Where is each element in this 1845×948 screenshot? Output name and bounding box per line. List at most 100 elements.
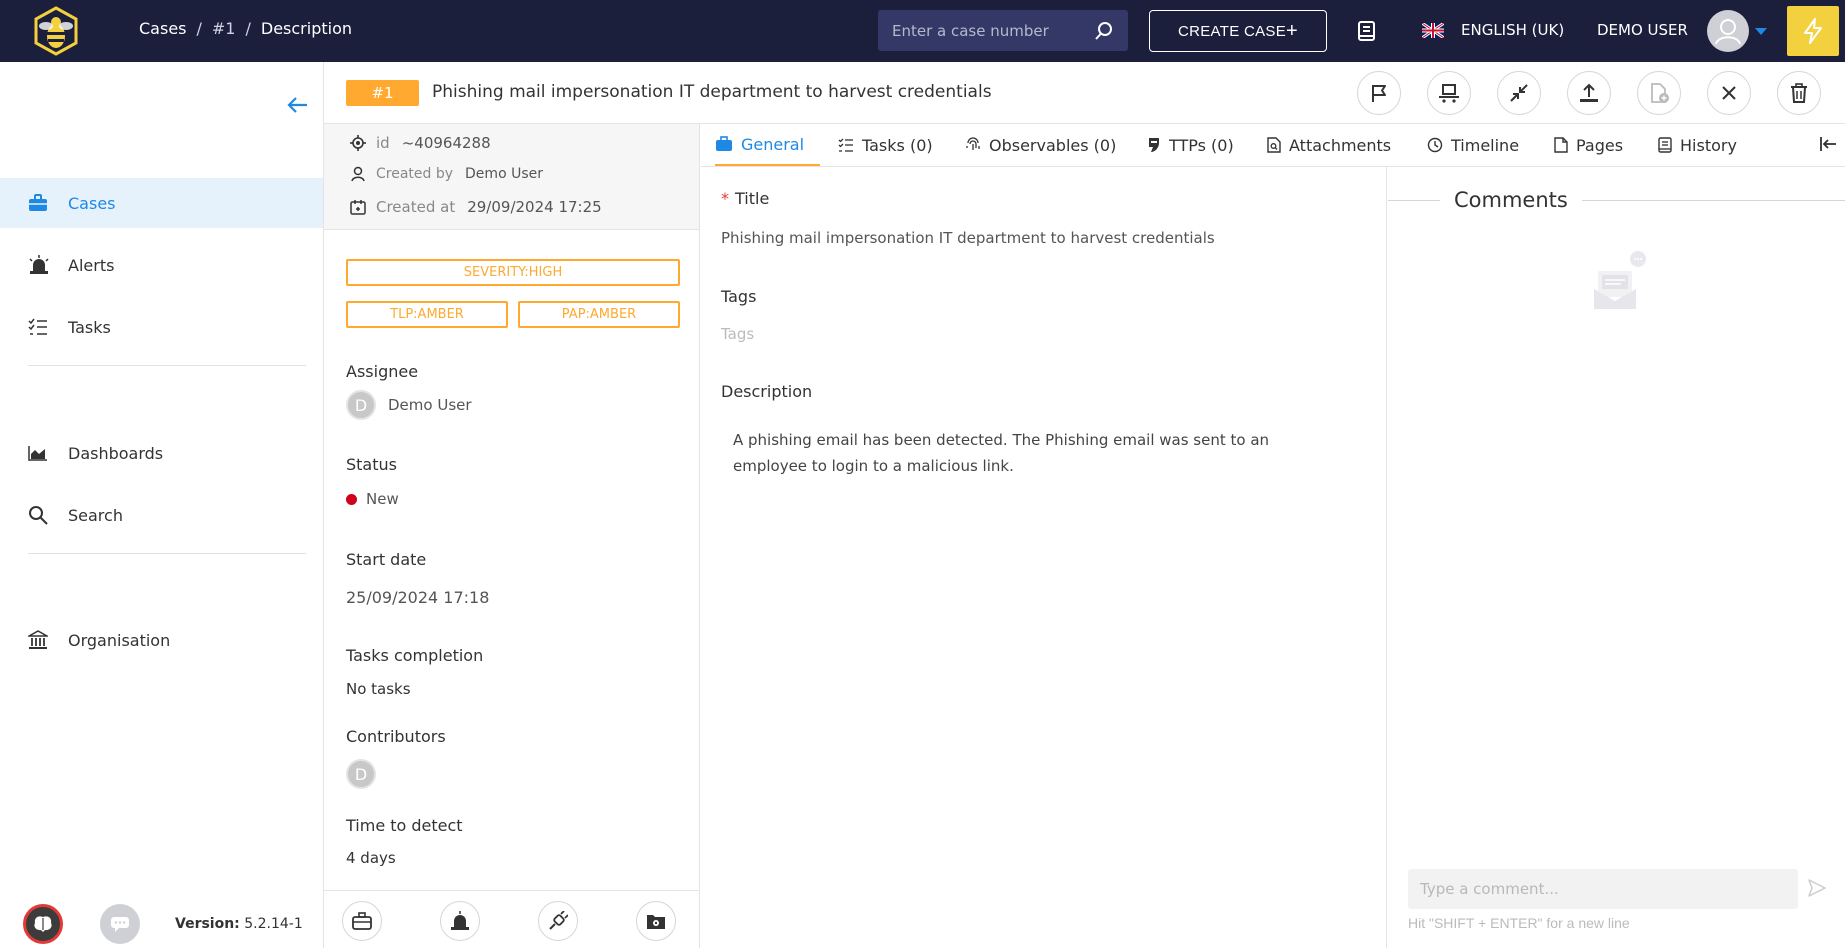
severity-tag[interactable]: SEVERITY:HIGH bbox=[346, 259, 680, 286]
send-icon[interactable] bbox=[1808, 879, 1826, 897]
case-id: ~40964288 bbox=[401, 134, 491, 152]
tab-observables[interactable]: Observables (0) bbox=[965, 124, 1116, 166]
ninja-icon bbox=[1149, 138, 1159, 152]
contributors-label: Contributors bbox=[346, 727, 446, 746]
flag-icon bbox=[1372, 85, 1386, 102]
user-icon bbox=[1715, 19, 1741, 45]
case-tabs: General Tasks (0) Observables (0) TTPs (… bbox=[701, 124, 1845, 167]
collapse-arrows-icon bbox=[1510, 84, 1528, 102]
search-icon[interactable] bbox=[1094, 21, 1114, 41]
version-info: Version: 5.2.14-1 bbox=[175, 916, 303, 932]
created-by: Demo User bbox=[465, 166, 543, 182]
tlp-tag[interactable]: TLP:AMBER bbox=[346, 301, 508, 328]
sidebar-item-cases[interactable]: Cases bbox=[0, 178, 323, 228]
chat-button[interactable] bbox=[100, 904, 140, 944]
sidebar-item-dashboards[interactable]: Dashboards bbox=[0, 428, 323, 478]
user-avatar[interactable] bbox=[1707, 10, 1749, 52]
status-dot bbox=[346, 493, 357, 505]
meta-id: id ~40964288 bbox=[350, 134, 491, 152]
tab-history[interactable]: History bbox=[1658, 124, 1737, 166]
create-case-label: CREATE CASE bbox=[1177, 22, 1287, 40]
status-field[interactable]: New bbox=[346, 490, 399, 508]
close-case-button[interactable] bbox=[1707, 71, 1751, 115]
pap-tag[interactable]: PAP:AMBER bbox=[518, 301, 680, 328]
tags-label: Tags bbox=[721, 287, 757, 306]
breadcrumb-cases[interactable]: Cases bbox=[139, 19, 187, 38]
calendar-icon bbox=[350, 200, 366, 215]
status-label: Status bbox=[346, 455, 397, 474]
folder-gear-icon bbox=[647, 915, 665, 929]
collapse-panel-icon[interactable] bbox=[1819, 136, 1837, 152]
description-value[interactable]: A phishing email has been detected. The … bbox=[733, 427, 1323, 479]
tab-label: Observables (0) bbox=[989, 135, 1117, 155]
empty-comments-icon bbox=[1594, 251, 1646, 309]
sidebar-footer: Version: 5.2.14-1 bbox=[0, 882, 323, 948]
chevron-down-icon[interactable] bbox=[1754, 27, 1768, 36]
fingerprint-icon bbox=[966, 137, 980, 150]
thehive-bee-logo[interactable] bbox=[32, 6, 80, 56]
procedures-button[interactable] bbox=[538, 901, 578, 941]
plug-icon bbox=[549, 911, 568, 930]
delete-case-button[interactable] bbox=[1777, 71, 1821, 115]
quick-actions-button[interactable] bbox=[1787, 6, 1839, 56]
start-date-label: Start date bbox=[346, 550, 427, 569]
breadcrumb-case-number[interactable]: #1 bbox=[212, 19, 236, 38]
uk-flag-icon[interactable] bbox=[1422, 23, 1444, 38]
comments-header: Comments bbox=[1388, 185, 1845, 215]
book-icon[interactable] bbox=[1356, 20, 1378, 42]
chart-icon bbox=[28, 446, 47, 461]
brain-icon bbox=[34, 916, 52, 932]
tab-attachments[interactable]: Attachments bbox=[1267, 124, 1391, 166]
cart-icon bbox=[1439, 84, 1459, 103]
tab-tasks[interactable]: Tasks (0) bbox=[838, 124, 933, 166]
assignee-field[interactable]: D Demo User bbox=[346, 390, 472, 420]
user-menu-name[interactable]: DEMO USER bbox=[1597, 21, 1688, 39]
tasks-icon bbox=[838, 138, 853, 152]
tab-ttps[interactable]: TTPs (0) bbox=[1147, 124, 1234, 166]
contributor-avatar: D bbox=[346, 759, 376, 789]
related-alerts-button[interactable] bbox=[440, 901, 480, 941]
sidebar-item-tasks[interactable]: Tasks bbox=[0, 302, 323, 352]
sidebar-item-label: Tasks bbox=[68, 317, 111, 337]
tab-pages[interactable]: Pages bbox=[1554, 124, 1623, 166]
tags-input[interactable]: Tags bbox=[721, 325, 754, 343]
book-icon bbox=[1658, 137, 1672, 153]
assignee-label: Assignee bbox=[346, 362, 419, 381]
sidebar-divider bbox=[28, 553, 306, 554]
share-button[interactable] bbox=[1567, 71, 1611, 115]
tab-timeline[interactable]: Timeline bbox=[1427, 124, 1519, 166]
title-label-text: Title bbox=[735, 189, 770, 208]
sidebar-item-alerts[interactable]: Alerts bbox=[0, 240, 323, 290]
version-number: 5.2.14-1 bbox=[244, 916, 303, 932]
start-date-value[interactable]: 25/09/2024 17:18 bbox=[346, 588, 489, 607]
cortex-button[interactable] bbox=[23, 904, 63, 944]
file-add-icon bbox=[1651, 83, 1669, 103]
chat-icon bbox=[111, 917, 129, 932]
general-tab-content: * Title Phishing mail impersonation IT de… bbox=[701, 167, 1387, 948]
tab-general[interactable]: General bbox=[715, 124, 821, 166]
case-meta: id ~40964288 Created by Demo User Create… bbox=[324, 124, 699, 230]
id-label: id bbox=[376, 134, 390, 152]
tab-label: Attachments bbox=[1289, 135, 1392, 155]
title-label: * Title bbox=[721, 189, 769, 208]
description-label: Description bbox=[721, 382, 813, 401]
run-responder-button[interactable] bbox=[1427, 71, 1471, 115]
title-value[interactable]: Phishing mail impersonation IT departmen… bbox=[721, 229, 1215, 247]
merge-button[interactable] bbox=[1497, 71, 1541, 115]
sidebar-item-organisation[interactable]: Organisation bbox=[0, 615, 323, 665]
sidebar-item-search[interactable]: Search bbox=[0, 490, 323, 540]
create-case-button[interactable]: CREATE CASE + bbox=[1149, 10, 1327, 52]
case-settings-button[interactable] bbox=[636, 901, 676, 941]
case-number-input[interactable] bbox=[892, 21, 1082, 40]
related-cases-button[interactable] bbox=[342, 901, 382, 941]
flag-button[interactable] bbox=[1357, 71, 1401, 115]
created-at-label: Created at bbox=[376, 198, 456, 216]
language-selector[interactable]: ENGLISH (UK) bbox=[1461, 21, 1564, 39]
comment-input[interactable] bbox=[1408, 869, 1798, 909]
export-case-button[interactable] bbox=[1637, 71, 1681, 115]
tasks-completion-label: Tasks completion bbox=[346, 646, 484, 665]
arrow-left-icon[interactable] bbox=[287, 96, 309, 114]
status-value: New bbox=[366, 490, 399, 508]
comments-title: Comments bbox=[1454, 188, 1568, 212]
sidebar-item-label: Dashboards bbox=[68, 443, 164, 463]
